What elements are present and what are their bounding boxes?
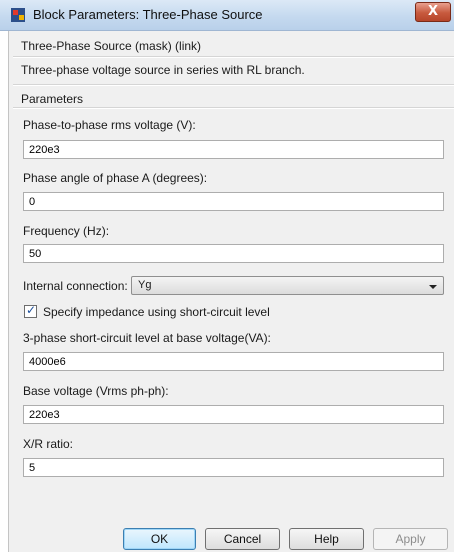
divider (13, 56, 454, 58)
close-button[interactable]: X (415, 2, 451, 22)
internal-connection-label: Internal connection: (23, 279, 128, 293)
short-circuit-level-label: 3-phase short-circuit level at base volt… (23, 331, 271, 345)
title-bar[interactable]: Block Parameters: Three-Phase Source X (0, 0, 454, 31)
voltage-label: Phase-to-phase rms voltage (V): (23, 118, 196, 132)
divider (13, 107, 454, 109)
ok-button[interactable]: OK (123, 528, 196, 550)
cancel-button[interactable]: Cancel (205, 528, 280, 550)
checkmark-icon: ✓ (26, 303, 37, 317)
xr-ratio-input[interactable]: 5 (23, 458, 444, 477)
base-voltage-input[interactable]: 220e3 (23, 405, 444, 424)
help-button[interactable]: Help (289, 528, 364, 550)
chevron-down-icon[interactable] (429, 285, 437, 289)
specify-impedance-label[interactable]: Specify impedance using short-circuit le… (43, 305, 270, 319)
internal-connection-select[interactable]: Yg (131, 276, 444, 295)
xr-ratio-label: X/R ratio: (23, 437, 74, 451)
block-name-label: Three-Phase Source (mask) (link) (21, 39, 202, 53)
base-voltage-label: Base voltage (Vrms ph-ph): (23, 384, 169, 398)
phase-angle-label: Phase angle of phase A (degrees): (23, 171, 208, 185)
window-title: Block Parameters: Three-Phase Source (33, 7, 263, 22)
specify-impedance-checkbox[interactable]: ✓ (24, 303, 37, 318)
simulink-block-icon (11, 8, 25, 22)
frequency-input[interactable]: 50 (23, 244, 444, 263)
phase-angle-input[interactable]: 0 (23, 192, 444, 211)
frequency-label: Frequency (Hz): (23, 224, 110, 238)
apply-button[interactable]: Apply (373, 528, 448, 550)
voltage-input[interactable]: 220e3 (23, 140, 444, 159)
parameters-heading: Parameters (21, 92, 84, 106)
divider (13, 84, 454, 86)
internal-connection-value: Yg (138, 279, 152, 291)
block-description: Three-phase voltage source in series wit… (21, 63, 305, 77)
short-circuit-level-input[interactable]: 4000e6 (23, 352, 444, 371)
